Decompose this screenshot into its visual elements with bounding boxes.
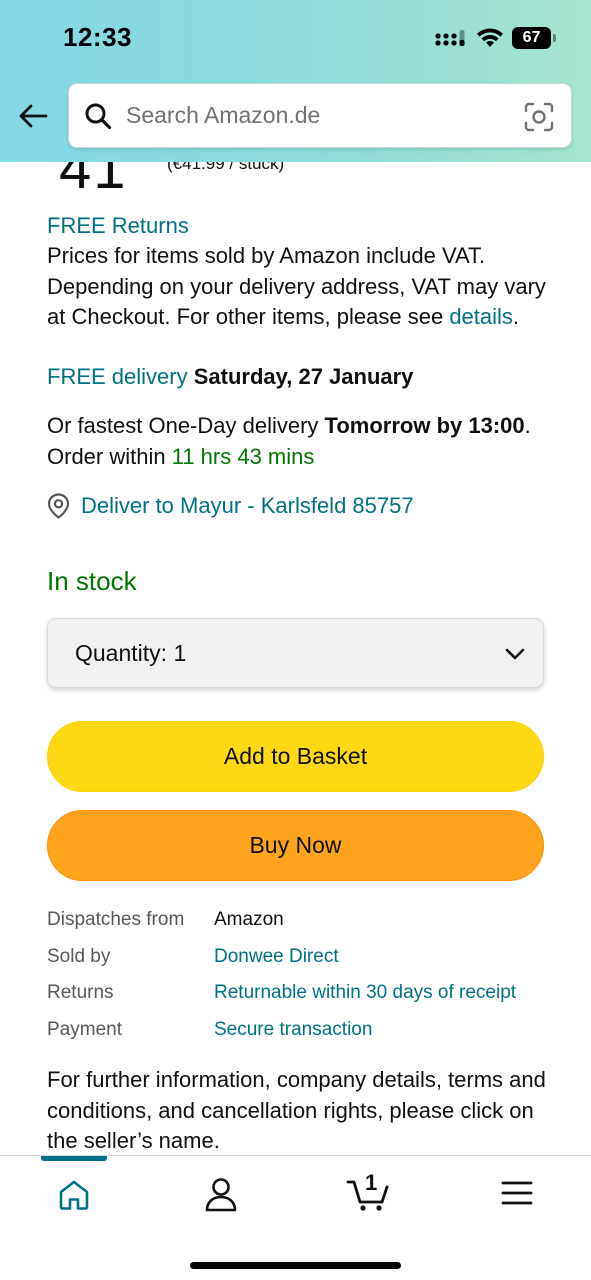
search-icon [85,103,112,129]
bottom-navigation: 1 [0,1155,591,1280]
info-label: Returns [47,982,114,1004]
location-pin-icon [47,493,70,519]
cellular-signal-icon [435,30,465,46]
home-gesture-bar[interactable] [190,1262,401,1269]
info-row-returns: Returns Returnable within 30 days of rec… [47,975,567,1012]
free-delivery-link[interactable]: FREE delivery [47,364,188,389]
cart-count: 1 [365,1170,378,1195]
info-label: Dispatches from [47,909,185,931]
chevron-down-icon [505,648,525,660]
quantity-select[interactable]: Quantity: 1 [47,618,544,688]
camera-search-icon[interactable] [524,102,554,132]
status-time: 12:33 [63,22,132,52]
deliver-to-text: Deliver to Mayur - Karlsfeld 85757 [81,493,414,518]
vat-notice-end: . [512,304,520,329]
quantity-value: 1 [173,639,187,666]
battery-level: 67 [522,29,541,46]
seller-name-link[interactable]: Donwee Direct [214,946,339,968]
fastest-when: Tomorrow by 13:00 [324,413,525,438]
free-returns-link[interactable]: FREE Returns [47,211,189,242]
buy-now-button[interactable]: Buy Now [47,810,544,881]
vat-notice: Prices for items sold by Amazon include … [47,241,547,333]
quantity-label: Quantity: [75,639,168,666]
info-row-payment: Payment Secure transaction [47,1012,567,1049]
returns-policy-link[interactable]: Returnable within 30 days of receipt [214,982,516,1004]
info-value: Amazon [214,909,284,931]
info-row-dispatches: Dispatches from Amazon [47,902,567,939]
further-info-text: For further information, company details… [47,1067,546,1153]
home-icon[interactable] [57,1178,91,1212]
status-icons: 67 [435,27,556,49]
info-label: Payment [47,1018,122,1040]
vat-details-link[interactable]: details [449,304,513,329]
active-tab-indicator [41,1156,107,1161]
stock-status: In stock [47,566,137,596]
delivery-date: Saturday, 27 January [193,364,414,389]
back-arrow-icon[interactable] [17,100,49,132]
secure-transaction-link[interactable]: Secure transaction [214,1019,372,1041]
add-to-basket-button[interactable]: Add to Basket [47,721,544,792]
order-countdown: 11 hrs 43 mins [171,443,315,469]
wifi-icon [477,28,503,47]
info-row-sold-by: Sold by Donwee Direct [47,939,567,976]
search-placeholder: Search Amazon.de [126,102,321,128]
menu-icon[interactable] [501,1178,533,1208]
battery-icon: 67 [512,27,556,49]
seller-info-table: Dispatches from Amazon Sold by Donwee Di… [47,902,567,1048]
search-bar[interactable]: Search Amazon.de [68,83,572,148]
deliver-to-link[interactable]: Deliver to Mayur - Karlsfeld 85757 [47,490,414,522]
account-icon[interactable] [203,1176,239,1212]
product-detail-content: 41 (€41.99 / stück) FREE Returns Prices … [0,0,591,1280]
app-header: 12:33 67 Search Amazon.de [0,0,591,162]
free-delivery-line: FREE delivery Saturday, 27 January [47,362,413,393]
fastest-prefix: Or fastest One-Day delivery [47,413,325,438]
cart-button[interactable]: 1 [345,1170,395,1214]
info-label: Sold by [47,945,111,967]
fastest-delivery: Or fastest One-Day delivery Tomorrow by … [47,411,567,472]
